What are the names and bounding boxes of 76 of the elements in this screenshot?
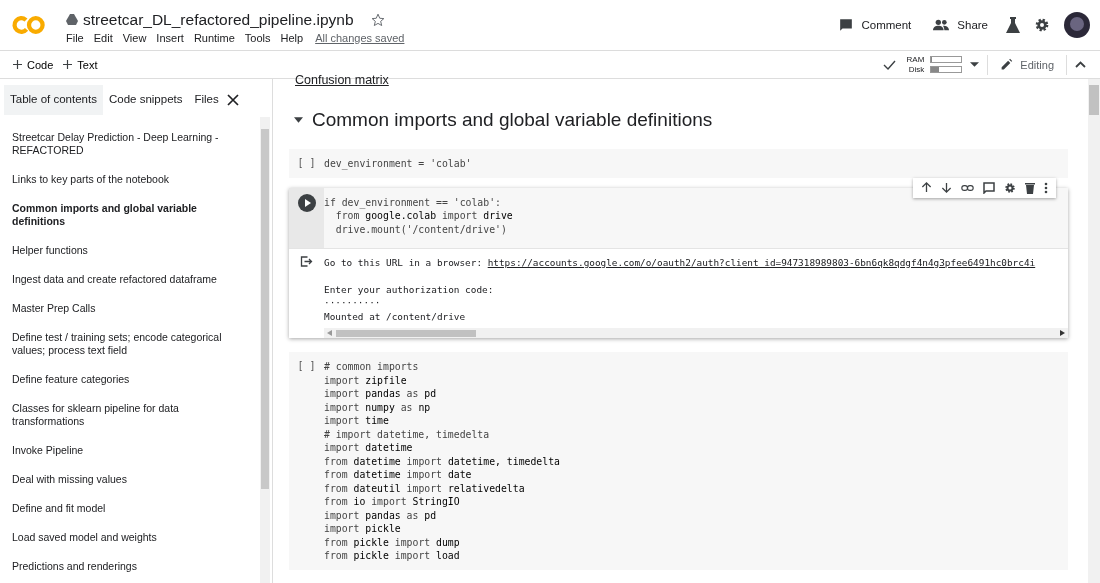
menu-item[interactable]: Tools: [244, 31, 271, 44]
editing-mode-button[interactable]: Editing: [996, 54, 1058, 75]
run-status[interactable]: [ ]: [297, 156, 316, 178]
add-cell-button[interactable]: Code: [8, 54, 59, 75]
save-status-link[interactable]: All changes saved: [315, 31, 405, 44]
run-status[interactable]: [ ]: [297, 359, 316, 570]
close-icon[interactable]: [226, 94, 239, 106]
star-icon[interactable]: [370, 12, 385, 27]
scrollbar[interactable]: [1088, 79, 1100, 583]
drive-icon: [66, 14, 78, 25]
check-icon: [883, 59, 897, 70]
collapse-icon[interactable]: [1075, 61, 1086, 68]
toc-item[interactable]: Ingest data and create refactored dataframe: [12, 265, 260, 294]
trash-icon[interactable]: [1025, 181, 1035, 194]
code-editor[interactable]: # common imports import zipfile import pandas as pd import numpy as np import time # import datetime, timedelta import datetime from datetime import datetime, timedelta from datetime import date from dateutil import relativedelta from io import StringIO import pandas as pd import pickle from pickle import dump from pickle import load: [324, 352, 1068, 570]
output-text: Enter your authorization code:: [324, 282, 495, 296]
code-editor[interactable]: if dev_environment == 'colab': from google.colab import drive drive.mount('/content/drive'): [324, 187, 1068, 248]
toc-item[interactable]: Master Prep Calls: [12, 294, 260, 323]
output-text: Mounted at /content/drive: [324, 309, 467, 323]
resource-meter: [930, 66, 963, 73]
sidebar-tab[interactable]: Code snippets: [102, 85, 189, 115]
flask-icon[interactable]: [1006, 17, 1020, 33]
dropdown-caret-icon[interactable]: [970, 62, 980, 67]
auth-url-link[interactable]: https://accounts.google.com/o/oauth2/auth?client_id=947318989803-6bn6qk8qdgf4n4g3pfee6491hc0brc4i: [487, 257, 1036, 268]
toc-item[interactable]: Helper functions: [12, 236, 260, 265]
collapse-caret-icon[interactable]: [294, 117, 303, 123]
scrollbar[interactable]: [260, 117, 270, 583]
toc-item[interactable]: Define feature categories: [12, 365, 260, 394]
pencil-icon: [1000, 58, 1014, 71]
avatar[interactable]: [1064, 12, 1090, 38]
people-icon: [933, 19, 950, 31]
comment-icon[interactable]: [983, 181, 995, 194]
menu-item[interactable]: Edit: [93, 31, 113, 44]
code-cell[interactable]: [ ] dev_environment = 'colab': [289, 149, 1068, 178]
comment-button[interactable]: Comment: [835, 14, 916, 36]
toc-item[interactable]: Deal with missing values: [12, 465, 260, 494]
menu-item[interactable]: Help: [280, 31, 304, 44]
code-cell[interactable]: [289, 187, 1068, 338]
resource-meter: [930, 56, 963, 63]
resource-label: RAM: [905, 55, 925, 64]
menu-item[interactable]: Runtime: [193, 31, 235, 44]
notebook-title[interactable]: streetcar_DL_refactored_pipeline.ipynb: [83, 10, 354, 29]
settings-icon[interactable]: [1034, 17, 1050, 33]
sidebar-tab[interactable]: Table of contents: [4, 85, 103, 115]
output-text: ··········: [324, 296, 382, 310]
toc-item[interactable]: Load saved model and weights: [12, 523, 260, 552]
toc-item[interactable]: Links to key parts of the notebook: [12, 165, 260, 194]
plus-icon: [13, 60, 22, 69]
comment-icon: [839, 18, 854, 32]
run-button[interactable]: [297, 193, 316, 212]
menu-item[interactable]: Insert: [156, 31, 184, 44]
resource-label: Disk: [907, 65, 925, 74]
toc-item[interactable]: Invoke Pipeline: [12, 436, 260, 465]
sidebar-tab[interactable]: Files: [188, 85, 225, 115]
menu-item[interactable]: View: [122, 31, 147, 44]
toc-item[interactable]: Streetcar Delay Prediction - Deep Learning - REFACTORED: [12, 123, 260, 165]
arrow-down-icon[interactable]: [941, 182, 952, 193]
settings-icon[interactable]: [1004, 181, 1016, 194]
toc-item[interactable]: Predictions and renderings: [12, 552, 260, 581]
toc-item[interactable]: Define test / training sets; encode categorical values; process text field: [12, 323, 260, 365]
section-heading: Common imports and global variable definitions: [312, 109, 713, 131]
menu-item[interactable]: File: [66, 31, 84, 44]
code-editor[interactable]: dev_environment = 'colab': [324, 149, 1068, 178]
output-text: Go to this URL in a browser:: [324, 257, 484, 268]
plus-icon: [63, 60, 73, 69]
horizontal-scrollbar[interactable]: [324, 328, 1068, 338]
toc-item[interactable]: Define and fit model: [12, 494, 260, 523]
more-icon[interactable]: [1044, 181, 1048, 194]
section-link[interactable]: Confusion matrix: [295, 73, 1068, 87]
link-icon[interactable]: [961, 183, 974, 192]
scroll-right-icon[interactable]: [1060, 330, 1065, 336]
add-cell-button[interactable]: Text: [58, 54, 103, 75]
toc-item[interactable]: Classes for sklearn pipeline for data transformations: [12, 394, 260, 436]
toc-item[interactable]: Common imports and global variable definitions: [12, 194, 260, 236]
arrow-up-icon[interactable]: [921, 182, 932, 193]
share-button[interactable]: Share: [929, 15, 992, 35]
